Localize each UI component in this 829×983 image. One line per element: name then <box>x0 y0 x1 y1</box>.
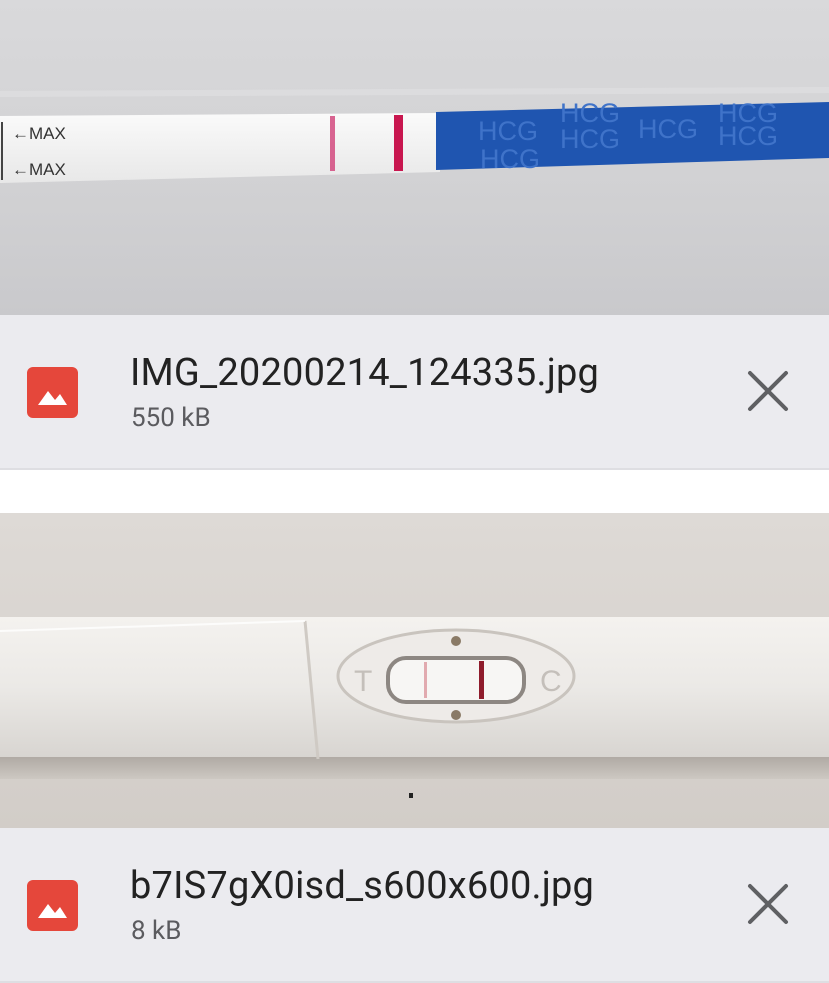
close-icon <box>748 371 788 411</box>
file-name: IMG_20200214_124335.jpg <box>130 351 600 395</box>
window-dot <box>451 710 461 720</box>
max-label: ←MAX <box>12 124 66 143</box>
svg-text:HCG: HCG <box>718 98 778 128</box>
remove-attachment-button[interactable] <box>740 363 796 419</box>
max-label: ←MAX <box>12 160 66 179</box>
remove-attachment-button[interactable] <box>740 876 796 932</box>
photo-reflection <box>0 87 829 97</box>
svg-text:HCG: HCG <box>638 114 698 144</box>
image-preview[interactable]: T C <box>0 513 829 828</box>
window-dot <box>451 636 461 646</box>
control-line <box>479 661 484 699</box>
svg-text:HCG: HCG <box>560 124 620 154</box>
image-preview[interactable]: ←MAX ←MAX HCG HCG HCG HCG HCG HCG HCG <box>0 0 829 315</box>
preview-photo: T C <box>0 513 829 828</box>
svg-text:HCG: HCG <box>480 144 540 174</box>
svg-text:HCG: HCG <box>560 98 620 128</box>
test-strip <box>0 113 440 183</box>
control-line <box>394 115 403 171</box>
test-line <box>330 116 335 171</box>
result-window <box>386 656 526 704</box>
attachment-info-bar: IMG_20200214_124335.jpg 550 kB <box>0 315 829 470</box>
preview-photo: ←MAX ←MAX HCG HCG HCG HCG HCG HCG HCG <box>0 0 829 315</box>
file-name: b7IS7gX0isd_s600x600.jpg <box>130 864 595 908</box>
window-label-c: C <box>540 665 562 698</box>
attachment-info-bar: b7IS7gX0isd_s600x600.jpg 8 kB <box>0 828 829 983</box>
file-size: 550 kB <box>131 403 211 433</box>
close-icon <box>748 884 788 924</box>
file-size: 8 kB <box>131 916 182 946</box>
window-label-t: T <box>354 665 372 698</box>
speck <box>409 793 413 798</box>
test-line <box>424 662 427 698</box>
image-icon <box>27 367 78 418</box>
svg-text:HCG: HCG <box>478 116 538 146</box>
image-icon <box>27 880 78 931</box>
